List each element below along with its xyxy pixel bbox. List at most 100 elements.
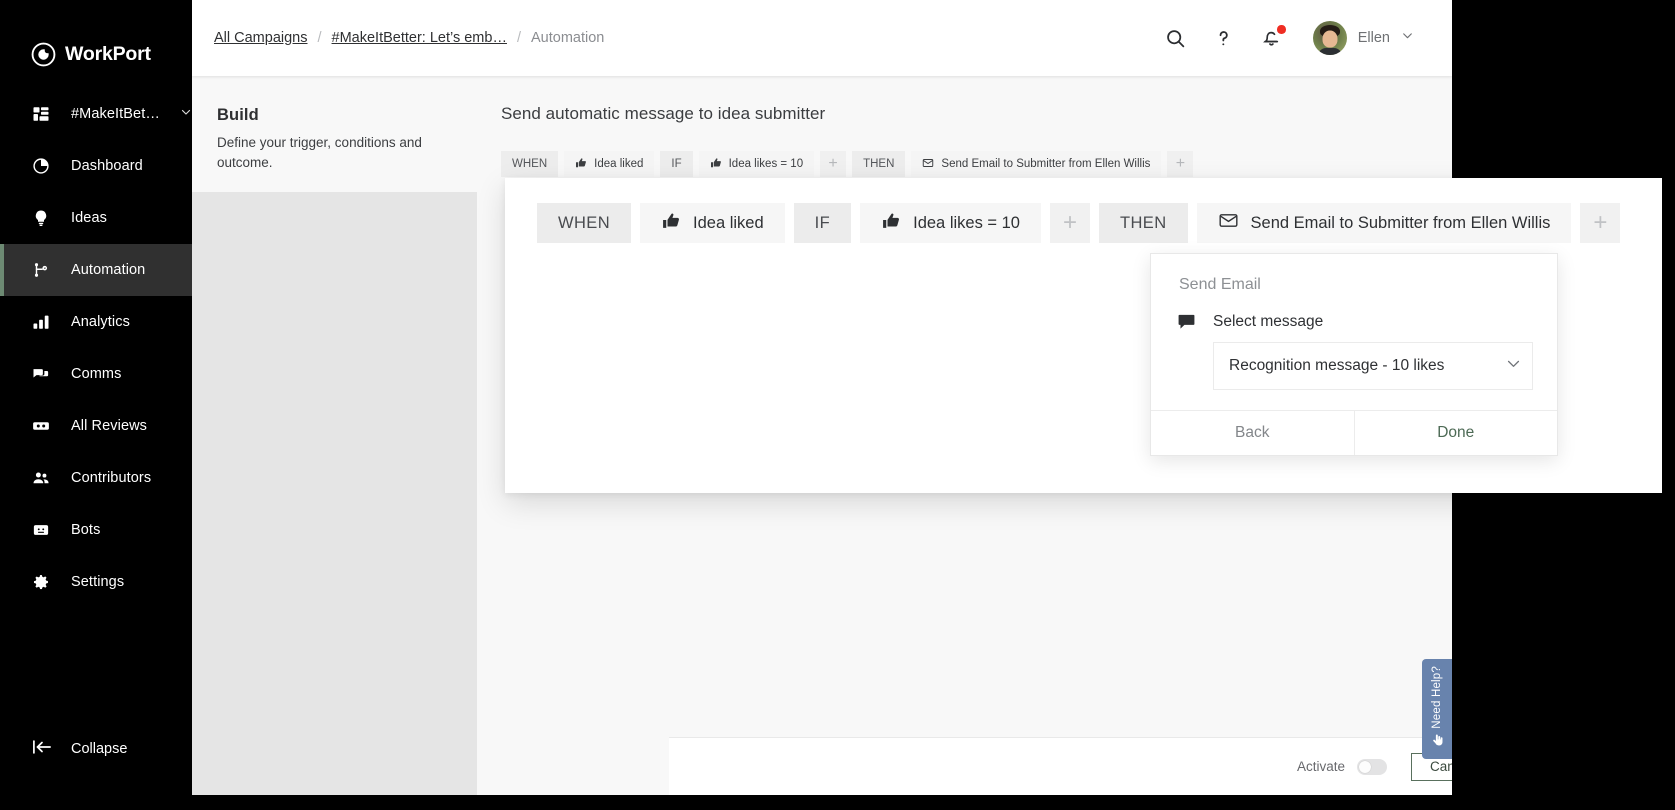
search-icon[interactable] [1163,25,1189,51]
sidebar-item-comms[interactable]: Comms [0,348,192,400]
top-bar: All Campaigns / #MakeItBetter: Let’s emb… [192,0,1452,76]
question-mark-icon[interactable] [1211,25,1237,51]
flow-chip-send-email[interactable]: Send Email to Submitter from Ellen Willi… [911,151,1162,177]
flow-chip-when[interactable]: WHEN [501,151,559,177]
bot-icon [31,520,51,540]
sidebar-item-campaign[interactable]: #MakeItBet… [0,88,192,140]
add-action-plus-icon[interactable]: + [1167,151,1194,177]
lightbulb-icon [31,208,51,228]
breadcrumb: All Campaigns / #MakeItBetter: Let’s emb… [192,30,604,46]
flow-row-background: WHEN Idea liked IF Idea likes = 10 + THE… [477,124,1452,177]
activate-label: Activate [1296,759,1345,774]
reviews-stars-icon [31,416,51,436]
flow-chip-idea-likes[interactable]: Idea likes = 10 [698,151,815,177]
sidebar-item-label: Contributors [71,470,152,486]
sidebar-item-automation[interactable]: Automation [0,244,192,296]
chat-bubbles-icon [31,364,51,384]
chevron-down-icon [1401,29,1414,47]
flow-chip-label: Idea liked [594,158,644,170]
modal-chip-label: Idea liked [693,213,764,232]
modal-chip-when[interactable]: WHEN [537,203,632,243]
notification-dot [1277,25,1286,34]
message-select[interactable]: Recognition message - 10 likes [1213,342,1533,390]
flow-editor-overlay: WHEN Idea liked IF Idea likes = 10 + THE… [505,178,1662,493]
sidebar-nav: #MakeItBet… Dashboard Ideas Automation A… [0,88,192,608]
people-icon [31,468,51,488]
need-help-tab[interactable]: Need Help? [1422,659,1452,759]
user-name: Ellen [1357,30,1390,46]
automation-branch-icon [31,260,51,280]
sidebar-item-label: All Reviews [71,418,148,434]
sidebar-item-label: Dashboard [71,158,143,174]
sidebar-item-analytics[interactable]: Analytics [0,296,192,348]
sidebar-item-label: Settings [71,574,125,590]
build-panel-body [192,192,477,795]
breadcrumb-separator: / [317,30,322,46]
select-message-field: Select message Recognition message - 10 … [1213,312,1533,390]
modal-add-condition-plus-icon[interactable]: + [1050,203,1090,243]
thumbs-up-icon [881,211,901,236]
flow-chip-then[interactable]: THEN [852,151,906,177]
flow-chip-if[interactable]: IF [660,151,693,177]
sidebar-item-contributors[interactable]: Contributors [0,452,192,504]
brand-logo[interactable]: WorkPort [0,0,192,76]
user-menu[interactable]: Ellen [1312,21,1414,55]
modal-add-action-plus-icon[interactable]: + [1580,203,1621,243]
modal-chip-send-email[interactable]: Send Email to Submitter from Ellen Willi… [1196,203,1572,243]
bell-icon[interactable] [1259,25,1286,51]
page-title: Send automatic message to idea submitter [501,104,826,123]
pie-chart-icon [31,156,51,176]
sidebar-item-label: Ideas [71,210,107,226]
select-message-label: Select message [1213,313,1324,330]
done-button[interactable]: Done [1355,411,1558,455]
envelope-icon [1218,210,1239,236]
breadcrumb-item-automation: Automation [531,30,605,46]
popover-actions: Back Done [1151,410,1557,455]
screen-root: WorkPort #MakeItBet… Dashboard Ideas Aut… [0,0,1675,810]
collapse-label: Collapse [71,741,128,757]
sidebar-item-label: Comms [71,366,122,382]
message-select-value: Recognition message - 10 likes [1229,356,1445,374]
sidebar-item-label: Bots [71,522,101,538]
hand-pointer-icon [1431,734,1444,752]
modal-chip-idea-liked[interactable]: Idea liked [640,203,785,243]
modal-chip-label: Idea likes = 10 [913,213,1020,232]
workport-logo-icon [31,42,56,67]
activate-toggle[interactable] [1356,758,1387,775]
breadcrumb-item-campaign[interactable]: #MakeItBetter: Let’s emb… [332,30,507,46]
flow-chip-label: Send Email to Submitter from Ellen Willi… [941,158,1151,170]
breadcrumb-separator: / [516,30,521,46]
build-panel: Build Define your trigger, conditions an… [192,76,477,795]
breadcrumb-item-all-campaigns[interactable]: All Campaigns [214,30,308,46]
select-message-row: Select message Recognition message - 10 … [1151,294,1557,390]
toggle-knob [1358,760,1371,773]
send-email-popover: Send Email Select message Recognition me… [1150,253,1558,456]
sidebar-item-label: Analytics [71,314,130,330]
build-description: Define your trigger, conditions and outc… [217,135,422,170]
popover-title: Send Email [1179,276,1261,293]
modal-chip-if[interactable]: IF [793,203,852,243]
modal-chip-then[interactable]: THEN [1099,203,1188,243]
flow-chip-idea-liked[interactable]: Idea liked [564,151,655,177]
footer-toolbar: Activate Cancel Save [669,737,1452,795]
thumbs-up-icon [710,157,722,172]
sidebar-item-all-reviews[interactable]: All Reviews [0,400,192,452]
collapse-sidebar-button[interactable]: Collapse [0,731,127,767]
sidebar-item-dashboard[interactable]: Dashboard [0,140,192,192]
modal-chip-label: Send Email to Submitter from Ellen Willi… [1250,213,1551,232]
sidebar-item-settings[interactable]: Settings [0,556,192,608]
sidebar-item-bots[interactable]: Bots [0,504,192,556]
sidebar-item-label: Automation [71,262,146,278]
message-bubble-icon [1177,312,1196,336]
activate-control[interactable]: Activate [1296,758,1387,775]
sidebar-item-ideas[interactable]: Ideas [0,192,192,244]
sidebar: WorkPort #MakeItBet… Dashboard Ideas Aut… [0,0,192,795]
modal-chip-idea-likes[interactable]: Idea likes = 10 [860,203,1041,243]
sidebar-item-label: #MakeItBet… [71,106,160,122]
avatar [1312,21,1347,55]
chevron-down-icon [1505,355,1522,377]
campaign-grid-icon [31,104,51,124]
flow-row: WHEN Idea liked IF Idea likes = 10 + THE… [505,178,1662,243]
back-button[interactable]: Back [1151,411,1355,455]
add-condition-plus-icon[interactable]: + [820,151,847,177]
